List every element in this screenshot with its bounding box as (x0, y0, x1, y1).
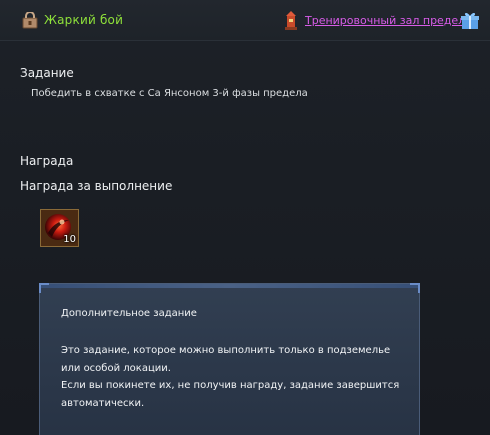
completion-reward-label: Награда за выполнение (20, 179, 173, 193)
gift-icon[interactable] (461, 11, 479, 30)
tooltip-corner-tl (39, 283, 49, 293)
tooltip-line: или особой локации. (61, 362, 171, 374)
quest-title: Жаркий бой (44, 13, 124, 27)
reward-label: Награда (20, 154, 74, 168)
tooltip-line: Если вы покинете их, не получив награду,… (61, 380, 400, 391)
task-description: Победить в схватке с Са Янсоном 3-й фазы… (31, 88, 308, 99)
location-link[interactable]: Тренировочный зал предела (305, 14, 472, 27)
tooltip-corner-tr (410, 283, 420, 293)
quest-header: Жаркий бой Тренировочный зал предела (0, 0, 490, 41)
tooltip-line: автоматически. (61, 397, 145, 409)
reward-item-count: 10 (63, 234, 76, 245)
task-label: Задание (20, 66, 74, 80)
tooltip-body: Это задание, которое можно выполнить тол… (61, 342, 411, 412)
tooltip-top-border (40, 284, 419, 288)
tooltip-title: Дополнительное задание (61, 308, 197, 319)
tooltip-line: Это задание, которое можно выполнить тол… (61, 345, 391, 356)
quest-panel: Жаркий бой Тренировочный зал предела Зад… (0, 0, 490, 435)
reward-item-slot[interactable]: 10 (40, 209, 79, 247)
tower-location-icon (285, 11, 297, 30)
lock-quest-icon (22, 12, 38, 29)
additional-task-tooltip: Дополнительное задание Это задание, кото… (39, 283, 420, 435)
